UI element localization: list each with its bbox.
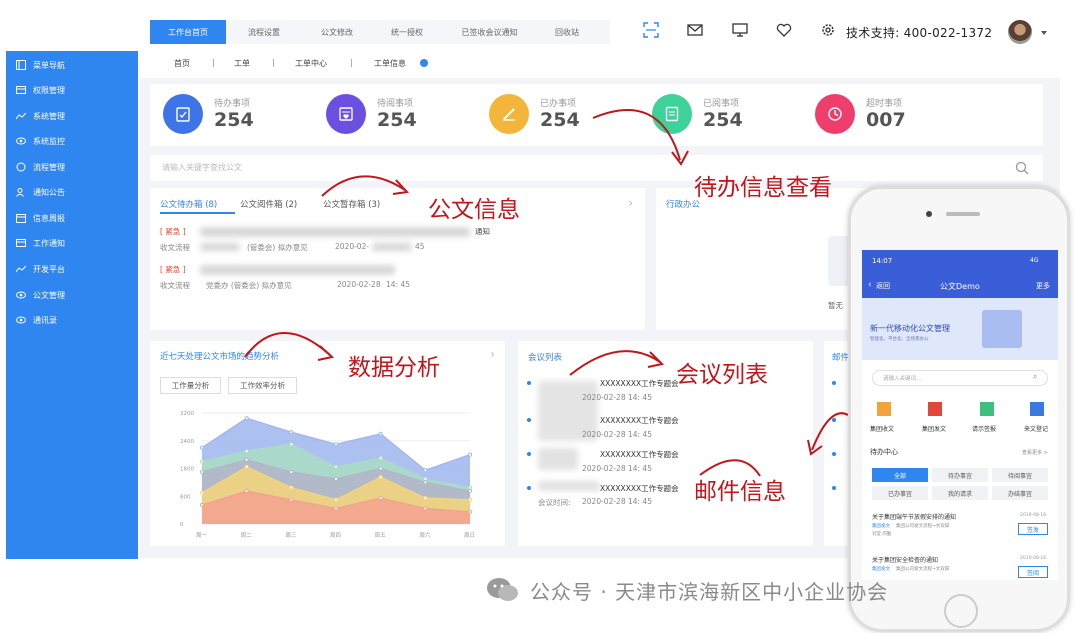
back-icon[interactable]: ‹ (868, 280, 872, 290)
todo-center-title: 待办中心 (870, 448, 898, 456)
watermark-text: 公众号 · 天津市滨海新区中小企业协会 (530, 580, 889, 604)
annotation-doc-info: 公文信息 (428, 197, 520, 223)
request-icon[interactable] (980, 402, 994, 416)
filter-all[interactable]: 全部 (872, 468, 928, 482)
phone-screen: 14:07 4G ‹ 返回 公文Demo 更多 新一代移动化公文管理 智能化、平… (862, 250, 1058, 580)
phone-search-placeholder: 请输入关键词... (883, 376, 922, 382)
phone-time: 14:07 (872, 257, 893, 265)
phone-item-title[interactable]: 关于集团端午节放假安排的通知 (872, 512, 956, 521)
annotation-meeting: 会议列表 (676, 362, 768, 388)
phone-home-button[interactable] (944, 594, 978, 628)
search-icon[interactable]: ⌕ (1033, 372, 1037, 382)
app-label: 集团收文 (870, 426, 895, 433)
phone-item-action[interactable]: 签阅 (1018, 566, 1048, 578)
phone-banner-title: 新一代移动化公文管理 (870, 324, 950, 333)
phone-item-date: 2019-08-16 (1020, 556, 1047, 561)
phone-item-action[interactable]: 签发 (1018, 523, 1048, 535)
phone-camera (926, 211, 932, 217)
annotation-mail: 邮件信息 (694, 479, 786, 505)
phone-item-desc: 集团公司发文流程→文双辞 (896, 524, 950, 529)
phone-banner-subtitle: 智能化、平台化、全场景办公 (870, 337, 929, 342)
filter-closed[interactable]: 办结事宜 (992, 486, 1048, 500)
phone-item-date: 2019-08-16 (1020, 513, 1047, 518)
filter-toread[interactable]: 待阅事宜 (992, 468, 1048, 482)
filter-done[interactable]: 已办事宜 (872, 486, 928, 500)
phone-speaker (946, 212, 980, 216)
filter-todo[interactable]: 待办事宜 (932, 468, 988, 482)
app-label: 来文登记 (1024, 426, 1049, 433)
register-icon[interactable] (1030, 402, 1044, 416)
annotation-data-analysis: 数据分析 (348, 355, 440, 381)
phone-signal: 4G (1030, 257, 1039, 264)
phone-search-input[interactable]: 请输入关键词... ⌕ (872, 370, 1048, 386)
phone-back-button[interactable]: 返回 (876, 281, 890, 291)
phone-item-tag: 集团发文 (872, 524, 890, 529)
filter-my-requests[interactable]: 我的请求 (932, 486, 988, 500)
app-label: 请示签报 (972, 426, 997, 433)
phone-item-desc2: 刘莹 内勤 (872, 532, 892, 537)
phone-item-desc: 集团公司发文流程→文双辞 (896, 567, 950, 572)
receive-doc-icon[interactable] (877, 402, 891, 416)
send-doc-icon[interactable] (928, 402, 942, 416)
todo-more-link[interactable]: 查看更多 > (1022, 449, 1048, 456)
phone-title: 公文Demo (940, 282, 980, 291)
phone-more-button[interactable]: 更多 (1036, 281, 1050, 291)
app-label: 集团发文 (922, 426, 947, 433)
phone-item-tag: 集团发文 (872, 567, 890, 572)
phone-item-title[interactable]: 关于集团安全检查的通知 (872, 555, 938, 564)
wechat-icon (487, 578, 518, 601)
phone-banner-illustration (982, 310, 1022, 348)
annotation-todo: 待办信息查看 (694, 175, 832, 201)
